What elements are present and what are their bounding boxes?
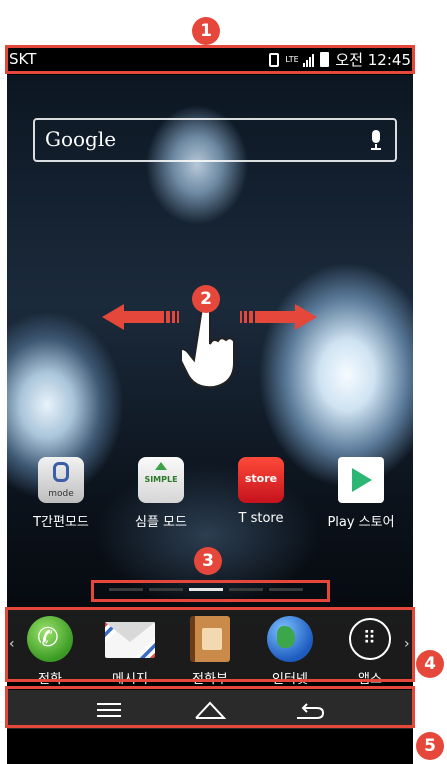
t-mode-icon: mode [38,457,84,503]
app-label: Play 스토어 [327,515,395,530]
google-search-bar[interactable]: Google [33,118,397,162]
annotation-box-status-bar [5,45,415,74]
annotation-badge-5: 5 [416,732,444,760]
app-label: T store [238,511,284,526]
simple-mode-icon: SIMPLE [138,457,184,503]
annotation-box-dock [5,607,415,682]
app-play-store[interactable]: Play 스토어 [311,457,411,530]
play-store-icon [338,457,384,503]
annotation-badge-2: 2 [192,285,220,313]
app-simple-mode[interactable]: SIMPLE 심플 모드 [111,457,211,530]
app-label: T간편모드 [33,515,89,530]
app-t-store[interactable]: store T store [211,457,311,526]
annotation-box-nav-bar [5,686,415,728]
hand-pointer-icon [182,304,235,389]
home-app-row: mode T간편모드 SIMPLE 심플 모드 store T store Pl… [7,457,413,547]
annotation-badge-3: 3 [194,547,222,575]
annotation-box-page-indicator [91,580,330,602]
arrow-left-icon [102,304,179,330]
google-logo: Google [45,127,117,151]
app-t-mode[interactable]: mode T간편모드 [11,457,111,530]
app-label: 심플 모드 [135,515,187,530]
mic-icon[interactable] [371,130,381,150]
annotation-badge-1: 1 [192,17,220,45]
t-store-icon: store [238,457,284,503]
annotation-badge-4: 4 [416,650,444,678]
